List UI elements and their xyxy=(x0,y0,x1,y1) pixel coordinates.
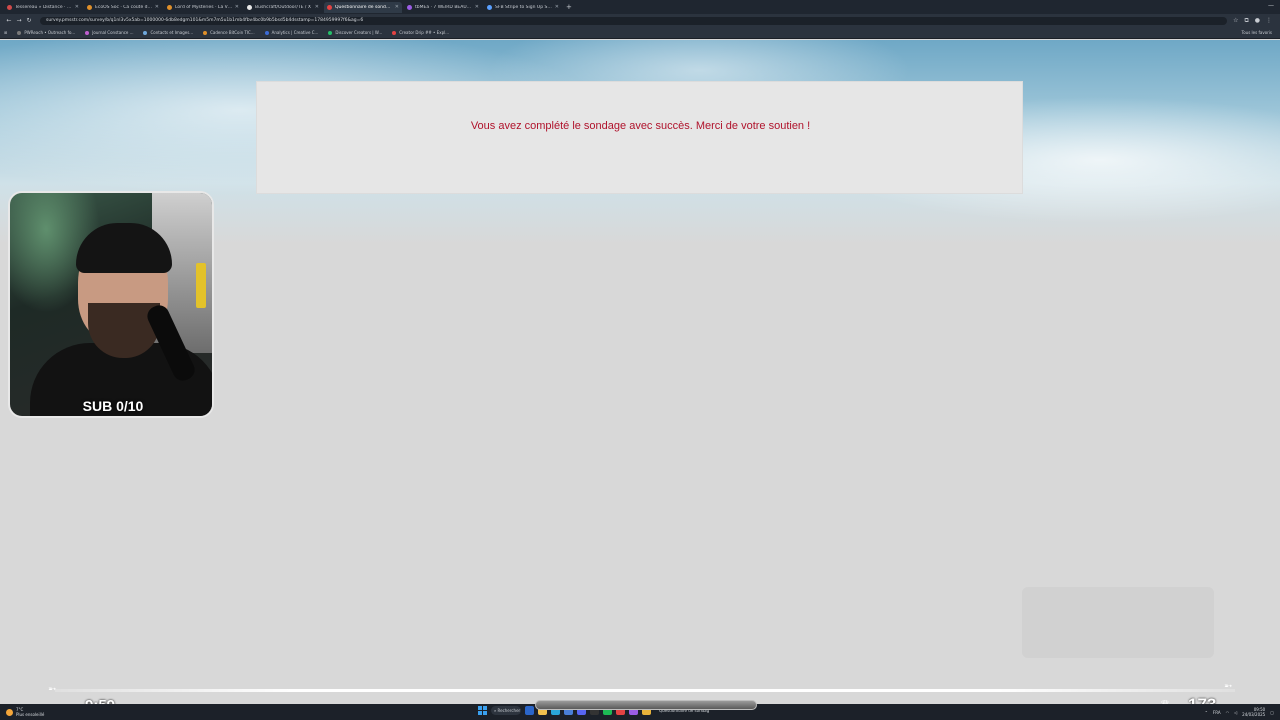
bookmark-2[interactable]: Contacts et Images... xyxy=(143,30,193,35)
tab-label: Questionnaire de sondage... xyxy=(335,4,393,10)
bookmark-icon xyxy=(17,30,22,35)
all-bookmarks-link[interactable]: Tous les favoris xyxy=(1241,30,1272,35)
close-icon[interactable]: ✕ xyxy=(75,4,79,10)
tab-label: EcoOS Soc · Ca coûté deja... xyxy=(95,4,153,10)
tab-5[interactable]: tbMEa · 7 WEIRD BEAUTY... ✕ xyxy=(404,2,482,13)
extensions-icon[interactable]: ⧉ xyxy=(1244,17,1248,25)
tab-2[interactable]: Lord of Mysteries · La VÉRITÉ...✕ xyxy=(164,2,242,13)
clock[interactable]: 09:50 24/03/2025 xyxy=(1242,707,1265,717)
bookmarks-bar: ⊞ PWReach • Outreach fo... Journal Const… xyxy=(0,27,1280,39)
apps-icon[interactable]: ⊞ xyxy=(4,30,7,35)
bookmark-icon xyxy=(143,30,148,35)
reload-icon[interactable]: ↻ xyxy=(24,17,34,24)
tab-label: tbMEa · 7 WEIRD BEAUTY... xyxy=(415,4,473,10)
tab-label: SFB Stripe to Sign Up Stuff... xyxy=(495,4,553,10)
favicon-icon xyxy=(167,4,172,10)
close-icon[interactable]: ✕ xyxy=(395,4,399,10)
taskbar-search[interactable]: ⌕ Rechercher xyxy=(491,706,521,715)
clock-date: 24/03/2025 xyxy=(1242,712,1266,717)
close-icon[interactable]: ✕ xyxy=(475,4,479,10)
chevron-up-icon[interactable]: ⌃ xyxy=(1205,710,1208,715)
bookmark-label: Journal Constance ... xyxy=(92,30,134,35)
close-icon[interactable]: ✕ xyxy=(315,4,319,10)
weather-widget[interactable]: 7°C Plus ensoleillé xyxy=(6,707,44,717)
tab-label: Bushcraft/Outdoor/TE / X xyxy=(255,4,311,10)
bookmark-3[interactable]: Cadence BitCoin TIC... xyxy=(203,30,255,35)
sun-icon xyxy=(6,708,13,716)
weather-desc: Plus ensoleillé xyxy=(16,712,45,717)
bookmark-icon xyxy=(203,30,208,35)
language-indicator[interactable]: FRA xyxy=(1213,710,1221,715)
favicon-icon xyxy=(7,4,12,10)
wing-left-icon: ➵ xyxy=(48,684,57,695)
survey-complete-card: Vous avez complété le sondage avec succè… xyxy=(256,81,1023,194)
bookmark-icon xyxy=(328,30,333,35)
close-icon[interactable]: ✕ xyxy=(155,4,159,10)
wifi-icon[interactable]: ◠ xyxy=(1226,710,1230,715)
close-icon[interactable]: ✕ xyxy=(235,4,239,10)
wing-right-icon: ➵ xyxy=(1224,681,1233,692)
tab-3[interactable]: Bushcraft/Outdoor/TE / X ✕ xyxy=(244,2,322,13)
webcam-overlay: SUB 0/10 xyxy=(8,191,214,418)
menu-icon[interactable]: ⋮ xyxy=(1266,17,1272,25)
video-scrubber-bar[interactable] xyxy=(535,700,757,710)
tab-4-active[interactable]: Questionnaire de sondage... ✕ xyxy=(324,1,402,13)
system-tray: ⌃ FRA ◠ ◁ 09:50 24/03/2025 ▢ xyxy=(1205,707,1274,717)
bookmark-icon xyxy=(264,30,269,35)
bookmark-1[interactable]: Journal Constance ... xyxy=(85,30,133,35)
tab-label: Tessereau » Distance · Éco · 4h xyxy=(15,4,73,10)
bookmark-6[interactable]: Creator Drip ## • Expl... xyxy=(392,30,449,35)
bookmark-label: Cadence BitCoin TIC... xyxy=(210,30,255,35)
bookmark-label: Contacts et Images... xyxy=(150,30,194,35)
bookmark-icon xyxy=(85,30,90,35)
bookmark-5[interactable]: Discover Creators | W... xyxy=(328,30,382,35)
favicon-icon xyxy=(87,4,92,10)
star-icon[interactable]: ☆ xyxy=(1233,17,1238,25)
forward-icon[interactable]: → xyxy=(14,17,24,24)
overlay-progress-line xyxy=(55,689,1235,692)
tab-0[interactable]: Tessereau » Distance · Éco · 4h✕ xyxy=(4,2,82,13)
faded-overlay-panel xyxy=(1022,587,1214,658)
favicon-icon xyxy=(407,4,412,10)
bookmark-label: Analytics | Creative C... xyxy=(271,30,319,35)
bookmark-label: Creator Drip ## • Expl... xyxy=(399,30,450,35)
tab-6[interactable]: SFB Stripe to Sign Up Stuff...✕ xyxy=(484,2,562,13)
volume-icon[interactable]: ◁ xyxy=(1234,710,1237,715)
minimize-icon[interactable]: — xyxy=(1268,2,1274,9)
profile-icon[interactable]: ● xyxy=(1255,17,1260,25)
tab-1[interactable]: EcoOS Soc · Ca coûté deja... ✕ xyxy=(84,2,162,13)
taskview-icon[interactable] xyxy=(525,706,534,715)
url-field[interactable]: survey.pmsstr.com/survey/b/q1nl3v5x5ab=1… xyxy=(40,16,1228,25)
bookmark-label: Discover Creators | W... xyxy=(335,30,383,35)
bookmark-label: PWReach • Outreach fo... xyxy=(24,30,76,35)
back-icon[interactable]: ← xyxy=(4,17,14,24)
new-tab-icon[interactable]: + xyxy=(566,3,572,11)
success-message: Vous avez complété le sondage avec succè… xyxy=(470,120,811,132)
bookmark-icon xyxy=(392,30,397,35)
bookmark-4[interactable]: Analytics | Creative C... xyxy=(264,30,319,35)
address-bar: ← → ↻ survey.pmsstr.com/survey/b/q1nl3v5… xyxy=(0,14,1280,27)
favicon-icon xyxy=(487,4,492,10)
browser-tab-bar: Tessereau » Distance · Éco · 4h✕ EcoOS S… xyxy=(0,0,1280,14)
favicon-icon xyxy=(327,4,332,10)
favicon-icon xyxy=(247,4,252,10)
bookmark-0[interactable]: PWReach • Outreach fo... xyxy=(17,30,75,35)
notification-icon[interactable]: ▢ xyxy=(1270,710,1274,715)
close-icon[interactable]: ✕ xyxy=(555,4,559,10)
search-placeholder: Rechercher xyxy=(497,708,521,713)
webcam-background-object xyxy=(196,263,206,308)
tab-label: Lord of Mysteries · La VÉRITÉ... xyxy=(175,4,233,10)
windows-start-icon[interactable] xyxy=(478,706,487,715)
sub-goal-counter: SUB 0/10 xyxy=(82,398,144,414)
